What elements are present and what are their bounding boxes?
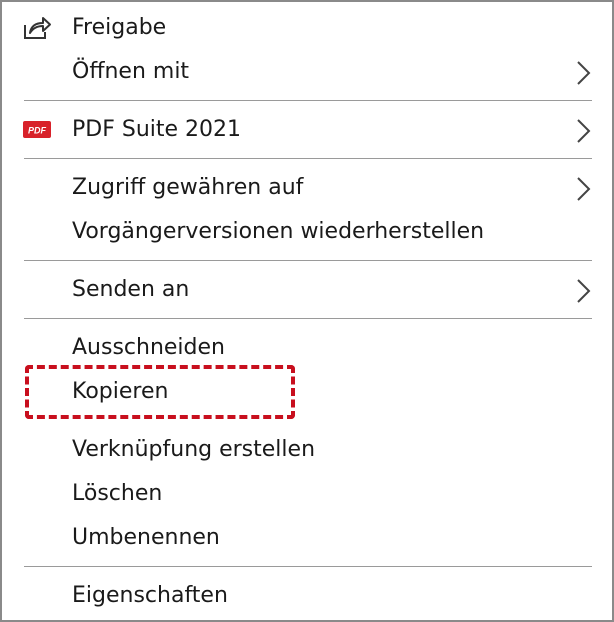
separator <box>24 566 592 567</box>
chevron-right-icon <box>574 60 592 86</box>
menu-item-cut[interactable]: Ausschneiden <box>2 326 612 370</box>
chevron-right-icon <box>574 118 592 144</box>
separator <box>24 260 592 261</box>
menu-item-open-with[interactable]: Öffnen mit <box>2 50 612 94</box>
menu-item-label: Senden an <box>72 277 190 302</box>
context-menu: Freigabe Öffnen mit PDF PDF Suite 2021 Z… <box>0 0 614 622</box>
menu-item-share[interactable]: Freigabe <box>2 6 612 50</box>
menu-item-label: Verknüpfung erstellen <box>72 437 316 462</box>
menu-item-label: Löschen <box>72 481 163 506</box>
menu-item-restore-previous-versions[interactable]: Vorgängerversionen wiederherstellen <box>2 210 612 254</box>
menu-item-label: Vorgängerversionen wiederherstellen <box>72 219 485 244</box>
menu-item-create-shortcut[interactable]: Verknüpfung erstellen <box>2 428 612 472</box>
menu-item-label: Eigenschaften <box>72 583 228 608</box>
pdf-icon: PDF <box>22 117 52 143</box>
menu-item-label: PDF Suite 2021 <box>72 117 242 142</box>
separator <box>24 318 592 319</box>
menu-item-pdf-suite[interactable]: PDF PDF Suite 2021 <box>2 108 612 152</box>
menu-item-label: Zugriff gewähren auf <box>72 175 304 200</box>
share-icon <box>22 15 52 41</box>
chevron-right-icon <box>574 278 592 304</box>
menu-item-give-access[interactable]: Zugriff gewähren auf <box>2 166 612 210</box>
separator <box>24 100 592 101</box>
menu-item-send-to[interactable]: Senden an <box>2 268 612 312</box>
highlight-box <box>25 365 295 419</box>
menu-item-rename[interactable]: Umbenennen <box>2 516 612 560</box>
svg-text:PDF: PDF <box>28 126 47 136</box>
separator <box>24 158 592 159</box>
menu-item-delete[interactable]: Löschen <box>2 472 612 516</box>
menu-item-label: Ausschneiden <box>72 335 225 360</box>
chevron-right-icon <box>574 176 592 202</box>
menu-item-label: Umbenennen <box>72 525 220 550</box>
menu-item-label: Freigabe <box>72 15 167 40</box>
menu-item-properties[interactable]: Eigenschaften <box>2 574 612 618</box>
menu-item-label: Öffnen mit <box>72 59 190 84</box>
